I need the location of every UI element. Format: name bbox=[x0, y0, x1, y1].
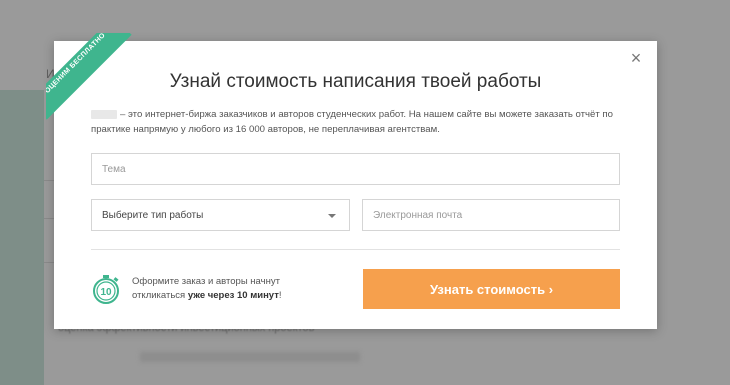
description-text: – это интернет-биржа заказчиков и авторо… bbox=[91, 109, 613, 135]
divider bbox=[91, 249, 620, 250]
note-suffix: ! bbox=[278, 290, 282, 301]
modal-title: Узнай стоимость написания твоей работы bbox=[169, 71, 542, 92]
modal-description: – это интернет-биржа заказчиков и авторо… bbox=[91, 107, 621, 137]
background-blurred-text bbox=[140, 352, 360, 362]
close-icon[interactable]: × bbox=[629, 49, 643, 67]
price-modal: ОЦЕНИМ БЕСПЛАТНО × Узнай стоимость напис… bbox=[46, 33, 657, 329]
work-type-select[interactable]: Выберите тип работы bbox=[91, 199, 350, 231]
get-price-button[interactable]: Узнать стоимость › bbox=[363, 269, 620, 309]
note-emphasis: уже через 10 минут bbox=[187, 290, 279, 301]
brand-name-redacted bbox=[91, 109, 117, 119]
topic-placeholder: Тема bbox=[102, 163, 126, 175]
email-placeholder: Электронная почта bbox=[373, 209, 463, 221]
stopwatch-icon: 10 bbox=[93, 275, 119, 304]
timer-value: 10 bbox=[100, 287, 112, 298]
chevron-down-icon bbox=[328, 214, 336, 218]
response-time-note: Оформите заказ и авторы начнут откликать… bbox=[132, 275, 282, 303]
note-prefix: откликаться bbox=[132, 290, 188, 301]
note-line-2: откликаться уже через 10 минут! bbox=[132, 289, 282, 303]
note-line-1: Оформите заказ и авторы начнут bbox=[132, 276, 280, 287]
background-sidebar-strip bbox=[0, 90, 44, 385]
email-input[interactable]: Электронная почта bbox=[362, 199, 620, 231]
work-type-value: Выберите тип работы bbox=[102, 209, 204, 221]
topic-input[interactable]: Тема bbox=[91, 153, 620, 185]
